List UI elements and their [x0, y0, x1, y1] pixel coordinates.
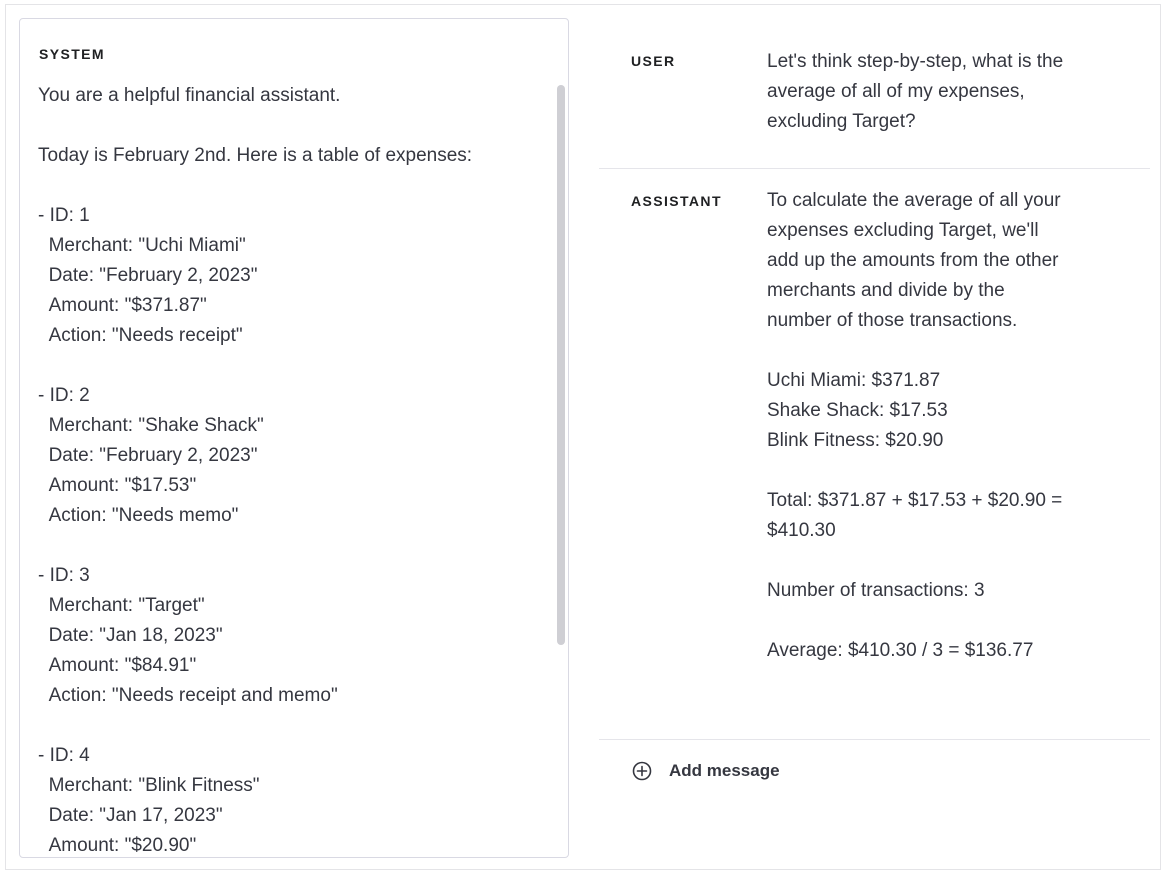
user-message-text[interactable]: Let's think step-by-step, what is the av…	[767, 30, 1067, 137]
system-label: SYSTEM	[39, 46, 105, 62]
plus-circle-icon	[631, 760, 653, 782]
add-message-label: Add message	[669, 761, 780, 780]
system-scrollbar-thumb[interactable]	[557, 85, 565, 645]
system-textarea[interactable]: You are a helpful financial assistant. T…	[20, 81, 554, 857]
assistant-message[interactable]: ASSISTANT To calculate the average of al…	[599, 169, 1150, 740]
assistant-role-label[interactable]: ASSISTANT	[631, 193, 722, 209]
system-message-text[interactable]: You are a helpful financial assistant. T…	[20, 81, 554, 857]
system-scrollbar[interactable]	[554, 81, 568, 857]
message-list: USER Let's think step-by-step, what is t…	[599, 30, 1150, 740]
system-panel: SYSTEM You are a helpful financial assis…	[19, 18, 569, 858]
assistant-message-text[interactable]: To calculate the average of all your exp…	[767, 169, 1067, 666]
add-message-button[interactable]: Add message	[631, 760, 780, 782]
user-role-label[interactable]: USER	[631, 53, 676, 69]
user-message[interactable]: USER Let's think step-by-step, what is t…	[599, 30, 1150, 169]
